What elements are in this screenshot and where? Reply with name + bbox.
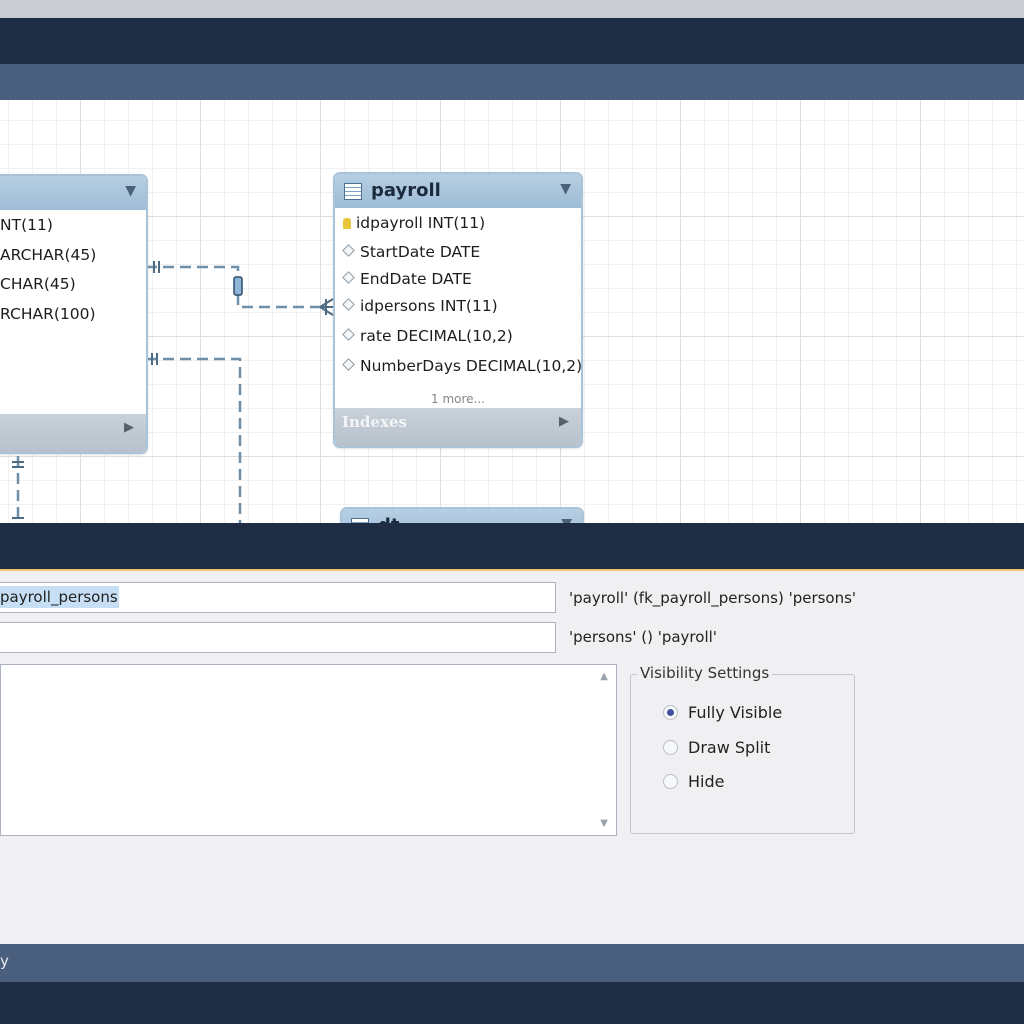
connector-handle: [233, 276, 243, 296]
relationship-secondary-input[interactable]: [0, 622, 556, 653]
persons-column[interactable]: NT(11): [0, 216, 53, 234]
status-bar: y: [0, 944, 1024, 982]
column-diamond-icon: [342, 328, 355, 341]
relationship-name-input[interactable]: payroll_persons: [0, 582, 556, 613]
column-diamond-icon: [342, 244, 355, 257]
column-row[interactable]: NumberDays DECIMAL(10,2): [341, 357, 583, 375]
persons-dt-connector: [146, 357, 242, 523]
radio-label: Draw Split: [688, 738, 771, 757]
payroll-persons-connector: [146, 265, 320, 309]
scroll-down-icon[interactable]: ▼: [600, 818, 608, 829]
column-row[interactable]: idpayroll INT(11): [341, 214, 485, 232]
column-label: idpayroll INT(11): [356, 214, 486, 232]
scroll-up-icon[interactable]: ▲: [600, 671, 608, 682]
column-diamond-icon: [342, 298, 355, 311]
column-label: NumberDays DECIMAL(10,2): [360, 357, 583, 375]
expand-arrow-icon[interactable]: ▶: [559, 414, 569, 429]
toolbar: [0, 64, 1024, 100]
collapse-arrow-icon[interactable]: ▼: [125, 183, 136, 199]
group-title: Visibility Settings: [637, 664, 773, 682]
column-label: rate DECIMAL(10,2): [360, 327, 513, 345]
primary-key-icon: [343, 218, 351, 229]
persons-table-header[interactable]: ▼: [0, 176, 146, 210]
column-label: EndDate DATE: [360, 270, 472, 288]
radio-hide[interactable]: Hide: [663, 772, 724, 791]
radio-fully-visible[interactable]: Fully Visible: [663, 703, 782, 722]
relationship-secondary-caption: 'persons' () 'payroll': [569, 628, 717, 646]
visibility-settings-group: Visibility Settings Fully Visible Draw S…: [630, 664, 855, 834]
column-label: idpersons INT(11): [360, 297, 498, 315]
radio-selected-icon[interactable]: [663, 705, 678, 720]
comments-textarea[interactable]: ▲ ▼: [0, 664, 617, 836]
payroll-table[interactable]: payroll ▼ idpayroll INT(11) StartDate DA…: [333, 172, 583, 448]
more-columns-link[interactable]: 1 more...: [335, 392, 581, 406]
status-text: y: [0, 952, 9, 970]
collapse-arrow-icon[interactable]: ▼: [560, 181, 571, 197]
column-row[interactable]: idpersons INT(11): [341, 297, 498, 315]
panel-splitter[interactable]: [0, 523, 1024, 571]
column-label: StartDate DATE: [360, 243, 481, 261]
persons-column[interactable]: CHAR(45): [0, 275, 76, 293]
column-row[interactable]: EndDate DATE: [341, 270, 472, 288]
relationship-caption: 'payroll' (fk_payroll_persons) 'persons': [569, 589, 857, 607]
table-icon: [344, 183, 362, 200]
persons-table[interactable]: ▼ NT(11) ARCHAR(45) CHAR(45) RCHAR(100) …: [0, 174, 148, 454]
column-diamond-icon: [342, 271, 355, 284]
persons-column[interactable]: RCHAR(100): [0, 305, 96, 323]
indexes-label: Indexes: [342, 413, 407, 431]
radio-empty-icon[interactable]: [663, 740, 678, 755]
table-title: payroll: [371, 180, 441, 201]
persons-column[interactable]: ARCHAR(45): [0, 246, 96, 264]
third-table[interactable]: dt ▼: [340, 507, 584, 523]
radio-label: Fully Visible: [688, 703, 783, 722]
column-row[interactable]: StartDate DATE: [341, 243, 480, 261]
title-bar: [0, 18, 1024, 64]
selected-text: payroll_persons: [0, 586, 119, 608]
payroll-table-header[interactable]: payroll ▼: [335, 174, 581, 208]
diagram-canvas[interactable]: ▼ NT(11) ARCHAR(45) CHAR(45) RCHAR(100) …: [0, 100, 1024, 523]
expand-arrow-icon[interactable]: ▶: [124, 420, 134, 435]
many-marker: [319, 298, 334, 316]
table-title: dt: [378, 515, 400, 523]
persons-indexes-section[interactable]: ▶: [0, 414, 146, 452]
radio-empty-icon[interactable]: [663, 774, 678, 789]
column-diamond-icon: [342, 358, 355, 371]
relationship-properties-panel: payroll_persons 'payroll' (fk_payroll_pe…: [0, 571, 1024, 944]
top-strip: [0, 0, 1024, 18]
footer-bar: [0, 982, 1024, 1024]
indexes-section[interactable]: Indexes ▶: [335, 408, 581, 446]
radio-draw-split[interactable]: Draw Split: [663, 738, 770, 757]
collapse-arrow-icon[interactable]: ▼: [561, 516, 572, 523]
third-table-header[interactable]: dt ▼: [342, 509, 582, 523]
radio-label: Hide: [688, 772, 725, 791]
column-row[interactable]: rate DECIMAL(10,2): [341, 327, 513, 345]
